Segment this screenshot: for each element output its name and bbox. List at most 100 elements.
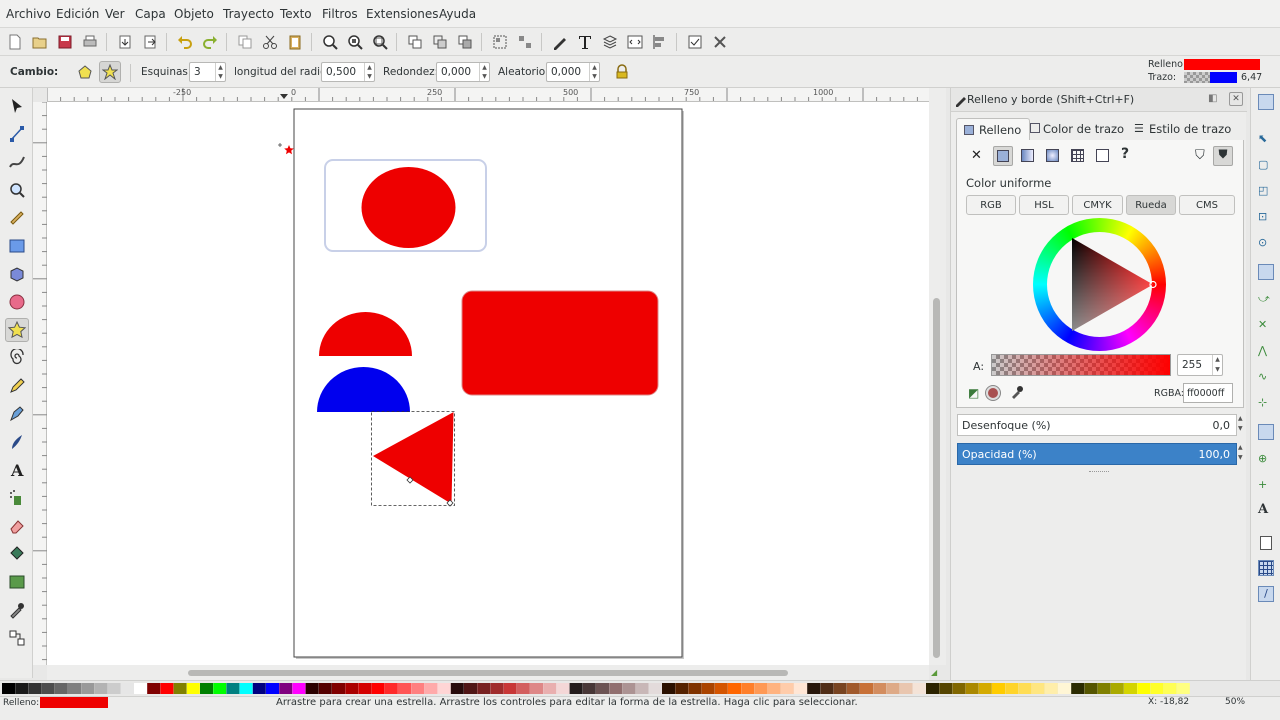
opacity-slider[interactable]: Opacidad (%) 100,0 <box>957 443 1237 465</box>
palette-swatch[interactable] <box>318 683 332 694</box>
tab-fill[interactable]: Relleno <box>956 118 1031 141</box>
eraser-tool-icon[interactable] <box>5 514 29 538</box>
palette-swatch[interactable] <box>15 683 29 694</box>
opacity-spin-arrows[interactable]: ▲ ▼ <box>1238 443 1243 463</box>
palette-swatch[interactable] <box>1005 683 1019 694</box>
snap-bbox-midpoint-icon[interactable]: ⊡ <box>1258 210 1274 226</box>
snap-page-border-icon[interactable] <box>1260 536 1272 550</box>
flat-color-button[interactable] <box>993 146 1013 166</box>
palette-swatch[interactable] <box>543 683 557 694</box>
dropper-tool-icon[interactable] <box>5 598 29 622</box>
snap-center-icon[interactable]: ⊕ <box>1258 452 1274 468</box>
horizontal-scroll-thumb[interactable] <box>188 670 788 676</box>
snap-guide-icon[interactable]: / <box>1258 586 1274 602</box>
menu-archivo[interactable]: Archivo <box>6 7 51 21</box>
palette-swatch[interactable] <box>1150 683 1164 694</box>
node-tool-icon[interactable] <box>5 122 29 146</box>
palette-swatch[interactable] <box>68 683 81 694</box>
layers-icon[interactable] <box>599 31 621 53</box>
palette-swatch[interactable] <box>213 683 227 694</box>
bucket-tool-icon[interactable] <box>5 542 29 566</box>
rounded-spinbox[interactable]: 0,000 ▲ ▼ <box>436 62 490 82</box>
palette-swatch[interactable] <box>186 683 200 694</box>
palette-swatch[interactable] <box>305 683 319 694</box>
palette-swatch[interactable] <box>728 683 741 694</box>
palette-swatch[interactable] <box>384 683 398 694</box>
print-icon[interactable] <box>79 31 101 53</box>
palette-swatch[interactable] <box>1124 683 1137 694</box>
fill-swatch[interactable] <box>1184 59 1260 70</box>
stroke-width-value[interactable]: 6,47 <box>1241 72 1262 83</box>
radial-gradient-icon[interactable] <box>1046 149 1059 162</box>
palette-swatch[interactable] <box>582 683 596 694</box>
palette-swatch[interactable] <box>873 683 887 694</box>
tab-stroke-style[interactable]: ☰ Estilo de trazo <box>1130 118 1239 140</box>
red-ellipse-shape[interactable] <box>361 167 456 248</box>
cut-icon[interactable] <box>259 31 281 53</box>
fill-rule-nonzero-icon[interactable]: ⛊ <box>1213 146 1233 166</box>
palette-swatch[interactable] <box>939 683 953 694</box>
align-icon[interactable] <box>649 31 671 53</box>
corners-spinbox[interactable]: 3 ▲ ▼ <box>189 62 226 82</box>
menu-ver[interactable]: Ver <box>105 7 125 21</box>
palette-swatch[interactable] <box>978 683 992 694</box>
alpha-slider[interactable] <box>991 354 1171 376</box>
palette-swatch[interactable] <box>622 683 636 694</box>
small-star-shape[interactable] <box>284 145 294 155</box>
zoom-page-icon[interactable] <box>369 31 391 53</box>
palette-swatch[interactable] <box>1110 683 1124 694</box>
palette-swatch[interactable] <box>252 683 266 694</box>
palette-swatch[interactable] <box>292 683 306 694</box>
color-triangle[interactable] <box>1033 218 1166 351</box>
polygon-mode-icon[interactable] <box>74 61 96 83</box>
blur-spin-arrows[interactable]: ▲ ▼ <box>1238 414 1243 434</box>
reset-defaults-icon[interactable] <box>611 61 633 83</box>
unset-paint-icon[interactable]: ? <box>1121 146 1129 162</box>
paste-icon[interactable] <box>284 31 306 53</box>
vertical-scroll-thumb[interactable] <box>933 298 940 658</box>
clone-icon[interactable] <box>429 31 451 53</box>
snap-cusp-nodes-icon[interactable]: ⋀ <box>1258 344 1274 360</box>
palette-swatch[interactable] <box>503 683 517 694</box>
menu-ayuda[interactable]: Ayuda <box>439 7 476 21</box>
spray-tool-icon[interactable] <box>5 486 29 510</box>
ungroup-icon[interactable] <box>514 31 536 53</box>
new-document-icon[interactable] <box>4 31 26 53</box>
star-mode-icon[interactable] <box>99 61 121 83</box>
palette-swatch[interactable] <box>450 683 464 694</box>
palette-swatch[interactable] <box>992 683 1005 694</box>
alpha-spinbox[interactable]: 255 ▲ ▼ <box>1177 354 1223 376</box>
snap-smooth-nodes-icon[interactable]: ∿ <box>1258 370 1274 386</box>
menu-objeto[interactable]: Objeto <box>174 7 214 21</box>
palette-swatch[interactable] <box>912 683 926 694</box>
snap-nodes-icon[interactable] <box>1258 264 1274 280</box>
palette-swatch[interactable] <box>556 683 570 694</box>
palette-swatch[interactable] <box>81 683 95 694</box>
calligraphy-tool-icon[interactable] <box>5 430 29 454</box>
palette-swatch[interactable] <box>1084 683 1098 694</box>
snap-text-baseline-icon[interactable]: A <box>1258 502 1274 518</box>
open-folder-icon[interactable] <box>29 31 51 53</box>
palette-swatch[interactable] <box>780 683 794 694</box>
palette-swatch[interactable] <box>464 683 477 694</box>
zoom-selection-icon[interactable] <box>319 31 341 53</box>
palette-swatch[interactable] <box>200 683 213 694</box>
xml-editor-icon[interactable] <box>624 31 646 53</box>
snap-grid-icon[interactable] <box>1258 560 1274 576</box>
palette-swatch[interactable] <box>675 683 689 694</box>
snap-bbox-icon[interactable]: ⬉ <box>1258 132 1274 148</box>
palette-swatch[interactable] <box>833 683 847 694</box>
random-spinbox[interactable]: 0,000 ▲ ▼ <box>546 62 600 82</box>
snap-midpoints-icon[interactable]: ⊹ <box>1258 396 1274 412</box>
snap-toggle-icon[interactable] <box>1258 94 1274 110</box>
snap-path-icon[interactable]: ⤻ <box>1258 292 1274 308</box>
palette-swatch[interactable] <box>1071 683 1085 694</box>
palette-swatch[interactable] <box>490 683 504 694</box>
palette-swatch[interactable] <box>899 683 913 694</box>
palette-swatch[interactable] <box>662 683 675 694</box>
zoom-tool-icon[interactable] <box>5 178 29 202</box>
mode-hsl-button[interactable]: HSL <box>1019 195 1069 215</box>
palette-swatch[interactable] <box>688 683 702 694</box>
palette-swatch[interactable] <box>860 683 873 694</box>
menu-extensiones[interactable]: Extensiones <box>366 7 439 21</box>
